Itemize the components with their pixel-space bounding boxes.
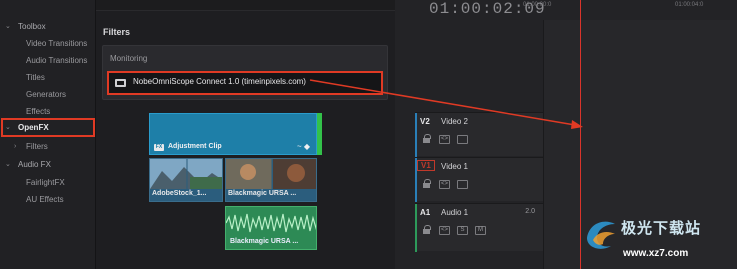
watermark-logo-icon [587, 221, 615, 249]
watermark-text: 极光下载站 [621, 220, 702, 237]
watermark-url: www.xz7.com [623, 248, 689, 259]
watermark: 极光下载站 www.xz7.com [583, 212, 737, 269]
